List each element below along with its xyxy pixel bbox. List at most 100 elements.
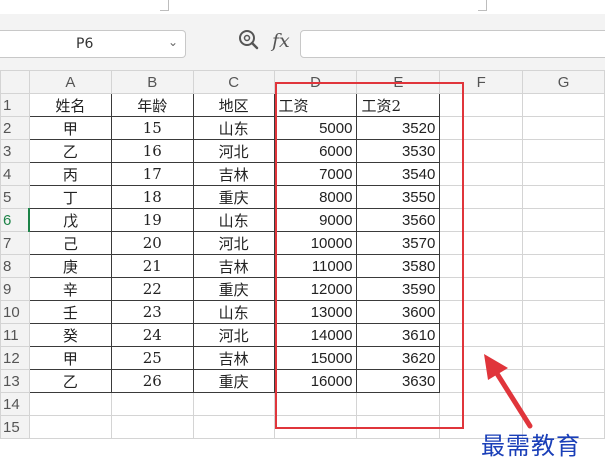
cell-f7[interactable]	[439, 231, 524, 255]
cell-c1[interactable]: 地区	[192, 93, 275, 117]
column-header-c[interactable]: C	[192, 70, 275, 94]
cell-c7[interactable]: 河北	[192, 231, 275, 255]
cell-b2[interactable]: 15	[110, 116, 194, 140]
cell-a12[interactable]: 甲	[28, 346, 112, 370]
cell-c9[interactable]: 重庆	[192, 277, 275, 301]
cell-d11[interactable]: 14000	[273, 323, 358, 347]
cell-d7[interactable]: 10000	[273, 231, 358, 255]
cell-c11[interactable]: 河北	[192, 323, 275, 347]
cell-a6[interactable]: 戊	[28, 208, 112, 232]
row-header-2[interactable]: 2	[0, 116, 30, 140]
cell-a7[interactable]: 己	[28, 231, 112, 255]
formula-input[interactable]	[300, 30, 605, 58]
cell-e6[interactable]: 3560	[356, 208, 441, 232]
row-header-6[interactable]: 6	[0, 208, 31, 232]
row-header-3[interactable]: 3	[0, 139, 30, 163]
row-header-12[interactable]: 12	[0, 346, 30, 370]
cell-d1[interactable]: 工资	[273, 93, 358, 117]
cell-b10[interactable]: 23	[110, 300, 194, 324]
cell-d12[interactable]: 15000	[273, 346, 358, 370]
cell-c12[interactable]: 吉林	[192, 346, 275, 370]
cell-a11[interactable]: 癸	[28, 323, 112, 347]
cell-g4[interactable]	[522, 162, 605, 186]
cell-b13[interactable]: 26	[110, 369, 194, 393]
cell-d13[interactable]: 16000	[273, 369, 358, 393]
row-header-10[interactable]: 10	[0, 300, 30, 324]
cell-b1[interactable]: 年龄	[110, 93, 194, 117]
cell-e5[interactable]: 3550	[356, 185, 441, 209]
cell-b4[interactable]: 17	[110, 162, 194, 186]
cell-g11[interactable]	[522, 323, 605, 347]
cell-a10[interactable]: 壬	[28, 300, 112, 324]
cell-f6[interactable]	[439, 208, 524, 232]
cell-d5[interactable]: 8000	[273, 185, 358, 209]
cell-g5[interactable]	[522, 185, 605, 209]
cell-g2[interactable]	[522, 116, 605, 140]
cell-d3[interactable]: 6000	[273, 139, 358, 163]
row-header-1[interactable]: 1	[0, 93, 30, 117]
cell-d6[interactable]: 9000	[273, 208, 358, 232]
cell-a8[interactable]: 庚	[28, 254, 112, 278]
cell-e10[interactable]: 3600	[356, 300, 441, 324]
cell-b9[interactable]: 22	[110, 277, 194, 301]
cell-e1[interactable]: 工资2	[356, 93, 441, 117]
cell-d10[interactable]: 13000	[273, 300, 358, 324]
cell-c14[interactable]	[192, 392, 275, 416]
cell-f1[interactable]	[439, 93, 524, 117]
cell-g7[interactable]	[522, 231, 605, 255]
cell-a9[interactable]: 辛	[28, 277, 112, 301]
cell-e7[interactable]: 3570	[356, 231, 441, 255]
cell-f8[interactable]	[439, 254, 524, 278]
cell-e4[interactable]: 3540	[356, 162, 441, 186]
cell-b8[interactable]: 21	[110, 254, 194, 278]
cell-d14[interactable]	[273, 392, 358, 416]
cell-b12[interactable]: 25	[110, 346, 194, 370]
cell-e13[interactable]: 3630	[356, 369, 441, 393]
cell-b3[interactable]: 16	[110, 139, 194, 163]
cell-d2[interactable]: 5000	[273, 116, 358, 140]
cell-e12[interactable]: 3620	[356, 346, 441, 370]
cell-d8[interactable]: 11000	[273, 254, 358, 278]
cell-e14[interactable]	[356, 392, 441, 416]
cell-b6[interactable]: 19	[110, 208, 194, 232]
cell-e2[interactable]: 3520	[356, 116, 441, 140]
cell-g1[interactable]	[522, 93, 605, 117]
cell-f4[interactable]	[439, 162, 524, 186]
cell-f11[interactable]	[439, 323, 524, 347]
name-box[interactable]: P6 ⌄	[0, 30, 186, 58]
cell-g10[interactable]	[522, 300, 605, 324]
cell-b14[interactable]	[110, 392, 194, 416]
cell-e8[interactable]: 3580	[356, 254, 441, 278]
cell-g8[interactable]	[522, 254, 605, 278]
row-header-9[interactable]: 9	[0, 277, 30, 301]
cell-e11[interactable]: 3610	[356, 323, 441, 347]
cell-c4[interactable]: 吉林	[192, 162, 275, 186]
column-header-e[interactable]: E	[356, 70, 441, 94]
cell-e9[interactable]: 3590	[356, 277, 441, 301]
row-header-4[interactable]: 4	[0, 162, 30, 186]
row-header-13[interactable]: 13	[0, 369, 30, 393]
cell-f3[interactable]	[439, 139, 524, 163]
zoom-icon[interactable]	[238, 28, 260, 54]
cell-f2[interactable]	[439, 116, 524, 140]
column-header-d[interactable]: D	[273, 70, 358, 94]
cell-a15[interactable]	[28, 415, 112, 439]
cell-f10[interactable]	[439, 300, 524, 324]
cell-d9[interactable]: 12000	[273, 277, 358, 301]
column-header-g[interactable]: G	[522, 70, 605, 94]
cell-c5[interactable]: 重庆	[192, 185, 275, 209]
cell-a14[interactable]	[28, 392, 112, 416]
cell-f5[interactable]	[439, 185, 524, 209]
column-header-b[interactable]: B	[110, 70, 194, 94]
cell-c6[interactable]: 山东	[192, 208, 275, 232]
cell-c3[interactable]: 河北	[192, 139, 275, 163]
cell-c2[interactable]: 山东	[192, 116, 275, 140]
cell-d15[interactable]	[273, 415, 358, 439]
cell-c13[interactable]: 重庆	[192, 369, 275, 393]
cell-a13[interactable]: 乙	[28, 369, 112, 393]
cell-b11[interactable]: 24	[110, 323, 194, 347]
cell-b15[interactable]	[110, 415, 194, 439]
cell-c10[interactable]: 山东	[192, 300, 275, 324]
cell-e15[interactable]	[356, 415, 441, 439]
cell-e3[interactable]: 3530	[356, 139, 441, 163]
